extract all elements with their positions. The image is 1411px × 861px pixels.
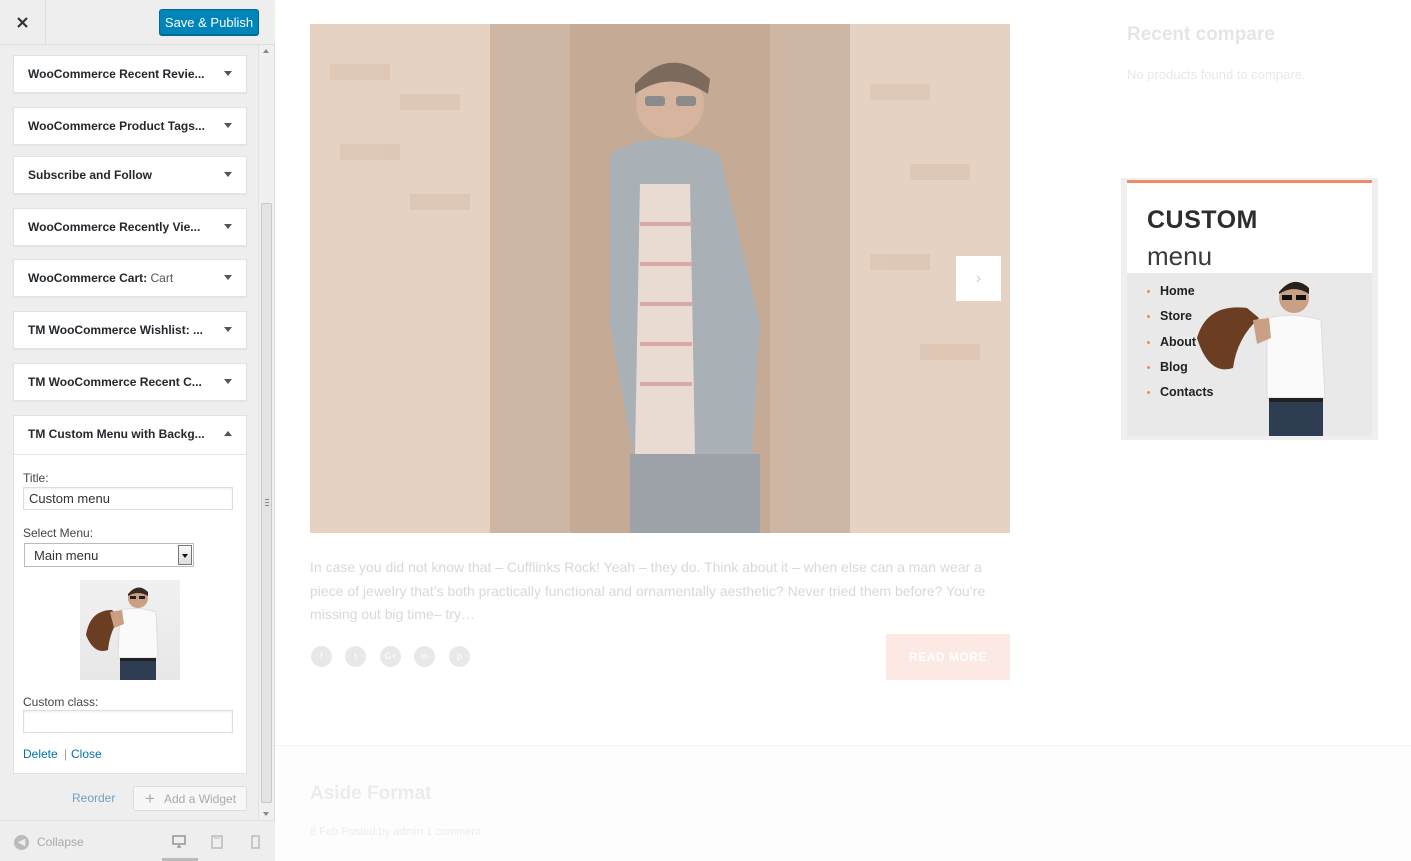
bullet-icon [1147,365,1150,369]
widget-title: WooCommerce Product Tags... [28,119,205,133]
tablet-icon[interactable] [210,835,224,849]
customizer-footer: ◀ Collapse [0,820,275,861]
widget-title: TM WooCommerce Wishlist: ... [28,323,204,337]
title-input[interactable] [23,487,233,510]
menu-item-blog[interactable]: Blog [1147,360,1213,385]
expand-arrow-icon[interactable] [224,123,232,128]
expand-arrow-icon[interactable] [224,172,232,177]
next-post: Aside Format 8 Feb Posted by admin 1 com… [275,745,1411,861]
slider-next-button[interactable]: › [956,256,1001,301]
menu-background-image[interactable] [80,580,180,680]
widget-title: WooCommerce Cart: Cart [28,271,174,285]
scrollbar-thumb[interactable] [261,203,272,803]
google-plus-icon[interactable]: G+ [380,646,401,667]
custom-class-label: Custom class: [23,695,99,709]
sidebar-scrollbar[interactable] [258,45,274,820]
custom-menu-header: CUSTOM menu [1127,183,1372,273]
chevron-down-icon[interactable] [178,545,192,565]
post-title[interactable]: Aside Format [310,783,431,805]
widget-item-recent-compare[interactable]: TM WooCommerce Recent C... [13,363,247,401]
desktop-icon[interactable] [172,835,186,849]
widget-title: TM WooCommerce Recent C... [28,375,202,389]
facebook-icon[interactable]: f [311,646,332,667]
plus-icon: + [145,789,155,808]
bullet-icon [1147,340,1150,344]
reorder-link[interactable]: Reorder [72,791,115,805]
man-in-denim-jacket-photo [310,24,1010,533]
widget-item-recent-reviews[interactable]: WooCommerce Recent Revie... [13,55,247,93]
bullet-icon [1147,391,1150,395]
chevron-right-icon: › [975,269,982,287]
linkedin-icon[interactable]: in [414,646,435,667]
man-with-bag-image [86,587,159,680]
collapse-arrow-icon: ◀ [14,835,29,851]
delete-link[interactable]: Delete [23,747,58,761]
widget-item-cart[interactable]: WooCommerce Cart: Cart [13,259,247,297]
customizer-header: Save & Publish [0,0,275,45]
menu-item-store[interactable]: Store [1147,309,1213,334]
widget-subtitle: Cart [150,271,174,285]
select-menu-label: Select Menu: [23,526,94,540]
widget-header[interactable]: TM Custom Menu with Backg... [14,416,246,455]
widget-item-recently-viewed[interactable]: WooCommerce Recently Vie... [13,208,247,246]
add-widget-label: Add a Widget [164,792,237,806]
expand-arrow-icon[interactable] [224,379,232,384]
widget-title: WooCommerce Recent Revie... [28,67,205,81]
expand-arrow-icon[interactable] [224,327,232,332]
widget-actions: Reorder + Add a Widget [13,786,247,811]
collapse-arrow-icon[interactable] [224,431,232,436]
expand-arrow-icon[interactable] [224,275,232,280]
title-label: Title: [23,471,49,485]
widget-title: TM Custom Menu with Backg... [28,427,205,441]
custom-class-input[interactable] [23,710,233,733]
expand-arrow-icon[interactable] [224,71,232,76]
custom-menu-widget: CUSTOM menu Home Store About Blog Contac… [1121,178,1378,440]
mobile-icon[interactable] [248,835,262,849]
bullet-icon [1147,315,1150,319]
widget-item-wishlist[interactable]: TM WooCommerce Wishlist: ... [13,311,247,349]
link-separator: | [64,747,68,761]
widget-item-custom-menu-expanded: TM Custom Menu with Backg... Title: Sele… [13,415,247,774]
widget-title: Subscribe and Follow [28,168,153,182]
site-preview: › In case you did not know that – Cuffli… [275,0,1411,861]
widget-item-subscribe-follow[interactable]: Subscribe and Follow [13,156,247,194]
select-menu-dropdown[interactable]: Main menu [24,543,194,567]
scroll-up-icon[interactable] [263,49,269,53]
post-excerpt: In case you did not know that – Cufflink… [310,559,986,622]
menu-item-about[interactable]: About [1147,335,1213,360]
collapse-button[interactable]: ◀ Collapse [14,835,84,851]
recent-compare-title: Recent compare [1127,24,1275,45]
collapse-label: Collapse [37,835,84,849]
close-customizer-button[interactable] [0,0,46,44]
close-icon [17,16,28,28]
custom-menu-card: CUSTOM menu Home Store About Blog Contac… [1127,180,1372,436]
scroll-down-icon[interactable] [263,812,269,816]
twitter-icon[interactable]: t [345,646,366,667]
custom-menu-title-bold: CUSTOM [1147,206,1258,234]
save-publish-button[interactable]: Save & Publish [159,9,259,35]
expand-arrow-icon[interactable] [224,224,232,229]
menu-item-home[interactable]: Home [1147,284,1213,309]
pinterest-icon[interactable]: p [449,646,470,667]
custom-menu-list: Home Store About Blog Contacts [1147,284,1213,410]
select-menu-value: Main menu [34,548,99,563]
hero-slider-image [310,24,1010,533]
customizer-sidebar: Save & Publish WooCommerce Recent Revie.… [0,0,275,861]
read-more-button[interactable]: READ MORE [886,634,1010,680]
widget-item-product-tags[interactable]: WooCommerce Product Tags... [13,107,247,145]
close-link[interactable]: Close [71,747,102,761]
post-meta: 8 Feb Posted by admin 1 comment [310,826,481,838]
recent-compare-empty: No products found to compare. [1127,67,1306,82]
add-widget-button[interactable]: + Add a Widget [133,786,247,811]
widget-title: WooCommerce Recently Vie... [28,220,201,234]
bullet-icon [1147,290,1150,293]
menu-item-contacts[interactable]: Contacts [1147,385,1213,410]
grip-icon [265,499,269,506]
